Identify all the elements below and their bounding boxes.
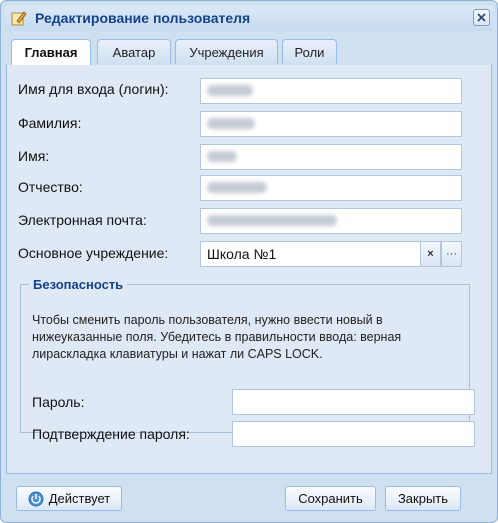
tab-institutions[interactable]: Учреждения xyxy=(175,39,278,64)
title-bar[interactable]: Редактирование пользователя xyxy=(5,5,493,31)
browse-institution-button[interactable]: ··· xyxy=(441,241,462,267)
tab-avatar[interactable]: Аватар xyxy=(97,39,171,64)
email-field[interactable] xyxy=(200,208,462,234)
firstname-field[interactable] xyxy=(200,144,462,170)
close-button[interactable]: Закрыть xyxy=(385,486,461,511)
edit-user-icon xyxy=(11,11,27,26)
lastname-field[interactable] xyxy=(200,111,462,137)
password-label: Пароль: xyxy=(32,394,85,410)
patronymic-label: Отчество: xyxy=(18,179,83,195)
confirm-password-input[interactable] xyxy=(232,421,475,447)
security-legend: Безопасность xyxy=(33,277,124,292)
security-fieldset: Безопасность Чтобы сменить пароль пользо… xyxy=(20,277,475,447)
save-button[interactable]: Сохранить xyxy=(285,486,376,511)
tab-roles[interactable]: Роли xyxy=(282,39,337,64)
clear-icon: × xyxy=(427,248,434,260)
firstname-label: Имя: xyxy=(18,148,50,164)
institution-combo[interactable]: Школа №1 × ··· xyxy=(200,241,462,267)
dialog-title: Редактирование пользователя xyxy=(35,10,251,26)
patronymic-field[interactable] xyxy=(200,175,462,201)
button-bar: Действует Сохранить Закрыть xyxy=(5,477,493,519)
login-label: Имя для входа (логин): xyxy=(18,81,169,97)
power-icon xyxy=(28,491,44,506)
email-label: Электронная почта: xyxy=(18,212,147,228)
confirm-password-label: Подтверждение пароля: xyxy=(32,426,190,442)
password-input[interactable] xyxy=(232,389,475,415)
institution-value: Школа №1 xyxy=(207,246,277,262)
close-window-button[interactable] xyxy=(473,9,490,26)
close-icon xyxy=(477,13,486,22)
tab-main[interactable]: Главная xyxy=(11,39,91,65)
blurred-value xyxy=(207,215,337,226)
edit-user-dialog: Редактирование пользователя Главная Ават… xyxy=(0,0,498,523)
security-hint: Чтобы сменить пароль пользователя, нужно… xyxy=(32,313,402,361)
blurred-value xyxy=(207,118,255,129)
login-field[interactable] xyxy=(200,78,462,104)
ellipsis-icon: ··· xyxy=(446,248,457,260)
main-tab-panel: Имя для входа (логин): Фамилия: Имя: Отч… xyxy=(6,65,492,474)
tab-bar: Главная Аватар Учреждения Роли xyxy=(5,35,493,66)
lastname-label: Фамилия: xyxy=(18,115,82,131)
blurred-value xyxy=(207,151,237,162)
blurred-value xyxy=(207,85,253,96)
blurred-value xyxy=(207,182,267,193)
status-active-button[interactable]: Действует xyxy=(16,486,122,511)
institution-label: Основное учреждение: xyxy=(18,245,169,261)
clear-institution-button[interactable]: × xyxy=(420,241,441,267)
